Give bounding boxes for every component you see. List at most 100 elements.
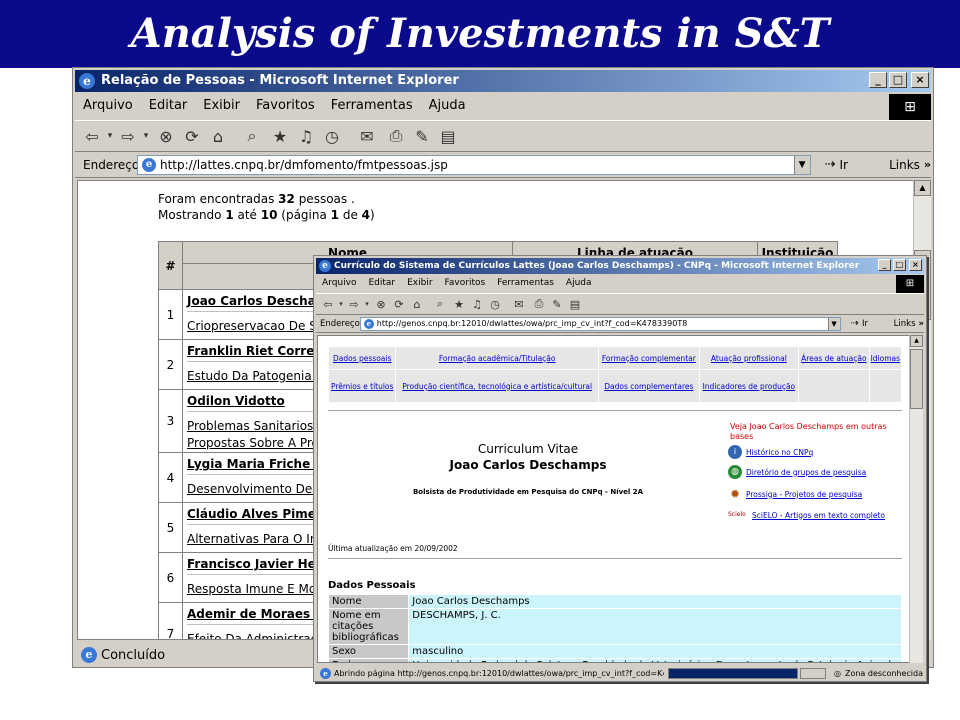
curriculum-nav-link[interactable]: Atuação profissional <box>698 346 800 370</box>
curriculum-nav-empty <box>868 369 903 403</box>
search-icon[interactable]: ⌕ <box>237 126 267 146</box>
curriculum-nav-link[interactable]: Áreas de atuação <box>798 346 870 370</box>
media-icon[interactable]: ♫ <box>293 127 319 146</box>
address-input[interactable]: e http://lattes.cnpq.br/dmfomento/fmtpes… <box>137 154 811 175</box>
scielo-logo-text: Scielo <box>728 511 746 518</box>
menu-favoritos[interactable]: Favoritos <box>248 98 323 113</box>
menu-ajuda[interactable]: Ajuda <box>421 98 474 113</box>
back-icon[interactable]: ⇦ <box>81 127 103 146</box>
see-also-heading: Veja Joao Carlos Deschamps em outras bas… <box>730 422 887 441</box>
curriculum-nav: Dados pessoais Formação acadêmica/Titulaç… <box>327 346 903 403</box>
forward-icon[interactable]: ⇨ <box>117 127 139 146</box>
media-icon[interactable]: ♫ <box>468 298 486 311</box>
menu-exibir[interactable]: Exibir <box>195 98 248 113</box>
address-dropdown-icon[interactable]: ▼ <box>793 155 810 174</box>
refresh-icon[interactable]: ⟳ <box>390 298 408 311</box>
scroll-up-button[interactable]: ▲ <box>910 335 923 347</box>
address-bar: Endereço e http://lattes.cnpq.br/dmfomen… <box>75 152 931 178</box>
chevron-right-icon[interactable]: » <box>919 319 925 329</box>
toolbar: ⇦ ▾ ⇨ ▾ ⊗ ⟳ ⌂ ⌕ ★ ♫ ◷ ✉ ⎙ ✎ ▤ <box>75 120 931 152</box>
curriculum-nav-link[interactable]: Formação acadêmica/Titulação <box>395 346 599 370</box>
maximize-button[interactable]: □ <box>893 259 906 271</box>
cv-heading: Curriculum Vitae <box>477 442 579 456</box>
links-button[interactable]: Links <box>894 319 916 329</box>
row-number: 1 <box>158 289 183 340</box>
close-button[interactable]: × <box>911 72 929 88</box>
curriculum-nav-link[interactable]: Prêmios e títulos <box>327 369 397 403</box>
window-title-bar[interactable]: e Relação de Pessoas - Microsoft Interne… <box>75 70 931 92</box>
home-icon[interactable]: ⌂ <box>205 127 231 146</box>
search-icon[interactable]: ⌕ <box>430 297 450 311</box>
maximize-button[interactable]: □ <box>889 72 907 88</box>
go-icon[interactable]: ⇢ <box>851 318 859 329</box>
address-input[interactable]: e http://genos.cnpq.br:12010/dwlattes/ow… <box>359 316 841 331</box>
menu-ajuda[interactable]: Ajuda <box>560 278 598 288</box>
back-icon[interactable]: ⇦ <box>320 298 336 311</box>
stop-icon[interactable]: ⊗ <box>153 127 179 146</box>
menu-bar: Arquivo Editar Exibir Favoritos Ferramen… <box>75 94 931 116</box>
edit-icon[interactable]: ✎ <box>548 298 566 311</box>
column-header-num: # <box>158 241 183 290</box>
vertical-scrollbar[interactable]: ▲ <box>909 335 923 663</box>
pagination-value: 4 <box>361 208 371 222</box>
chevron-down-icon[interactable]: ▾ <box>139 131 153 141</box>
menu-favoritos[interactable]: Favoritos <box>439 278 492 288</box>
favorites-icon[interactable]: ★ <box>267 127 293 146</box>
menu-arquivo[interactable]: Arquivo <box>75 98 141 113</box>
minimize-button[interactable]: _ <box>878 259 891 271</box>
scroll-thumb[interactable] <box>910 349 923 409</box>
print-icon[interactable]: ⎙ <box>383 126 409 146</box>
pagination-value: 1 <box>225 208 234 222</box>
menu-ferramentas[interactable]: Ferramentas <box>323 98 421 113</box>
refresh-icon[interactable]: ⟳ <box>179 127 205 146</box>
scroll-up-button[interactable]: ▲ <box>914 180 931 196</box>
address-dropdown-icon[interactable]: ▼ <box>827 317 840 330</box>
curriculum-nav-link[interactable]: Formação complementar <box>597 346 700 370</box>
discuss-icon[interactable]: ▤ <box>566 298 584 311</box>
link-scielo[interactable]: SciELO - Artigos em texto completo <box>752 511 885 520</box>
curriculum-nav-link[interactable]: Produção científica, tecnológica e artís… <box>395 369 599 403</box>
links-button[interactable]: Links <box>889 158 920 172</box>
minimize-button[interactable]: _ <box>869 72 887 88</box>
go-button[interactable]: Ir <box>839 158 879 172</box>
stop-icon[interactable]: ⊗ <box>372 298 390 311</box>
chevron-right-icon[interactable]: » <box>924 158 931 171</box>
curriculum-nav-link[interactable]: Indicadores de produção <box>698 369 800 403</box>
pagination-text: (página <box>277 208 331 222</box>
chevron-down-icon[interactable]: ▾ <box>362 300 372 308</box>
menu-exibir[interactable]: Exibir <box>401 278 438 288</box>
row-number: 2 <box>158 339 183 390</box>
edit-icon[interactable]: ✎ <box>409 127 435 146</box>
section-divider <box>328 410 902 411</box>
row-number: 5 <box>158 502 183 553</box>
link-historico[interactable]: Histórico no CNPq <box>746 448 813 457</box>
discuss-icon[interactable]: ▤ <box>435 127 461 146</box>
curriculum-nav-link[interactable]: Dados pessoais <box>327 346 397 370</box>
history-icon[interactable]: ◷ <box>486 298 504 311</box>
loading-progress-bar <box>668 667 798 679</box>
chevron-down-icon[interactable]: ▾ <box>103 131 117 141</box>
curriculum-nav-link[interactable]: Dados complementares <box>597 369 700 403</box>
close-button[interactable]: × <box>909 259 922 271</box>
mail-icon[interactable]: ✉ <box>508 298 530 311</box>
pagination-text: Mostrando <box>158 208 226 222</box>
window-title-bar[interactable]: e Currículo do Sistema de Currículos Lat… <box>316 258 924 274</box>
print-icon[interactable]: ⎙ <box>530 297 548 311</box>
menu-editar[interactable]: Editar <box>362 278 401 288</box>
favorites-icon[interactable]: ★ <box>450 298 468 311</box>
go-icon[interactable]: ⇢ <box>825 157 836 172</box>
menu-editar[interactable]: Editar <box>141 98 196 113</box>
link-prossiga[interactable]: Prossiga - Projetos de pesquisa <box>746 490 862 499</box>
history-icon[interactable]: ◷ <box>319 127 345 146</box>
menu-ferramentas[interactable]: Ferramentas <box>491 278 560 288</box>
personal-data-label: Sexo <box>327 644 410 659</box>
go-button[interactable]: Ir <box>862 319 888 329</box>
menu-arquivo[interactable]: Arquivo <box>316 278 362 288</box>
forward-icon[interactable]: ⇨ <box>346 298 362 311</box>
chevron-down-icon[interactable]: ▾ <box>336 300 346 308</box>
mail-icon[interactable]: ✉ <box>351 127 383 146</box>
curriculum-nav-link[interactable]: Idiomas <box>868 346 903 370</box>
home-icon[interactable]: ⌂ <box>408 298 426 311</box>
slide-title: Analysis of Investments in S&T <box>130 10 830 57</box>
link-diretorio[interactable]: Diretório de grupos de pesquisa <box>746 468 866 477</box>
